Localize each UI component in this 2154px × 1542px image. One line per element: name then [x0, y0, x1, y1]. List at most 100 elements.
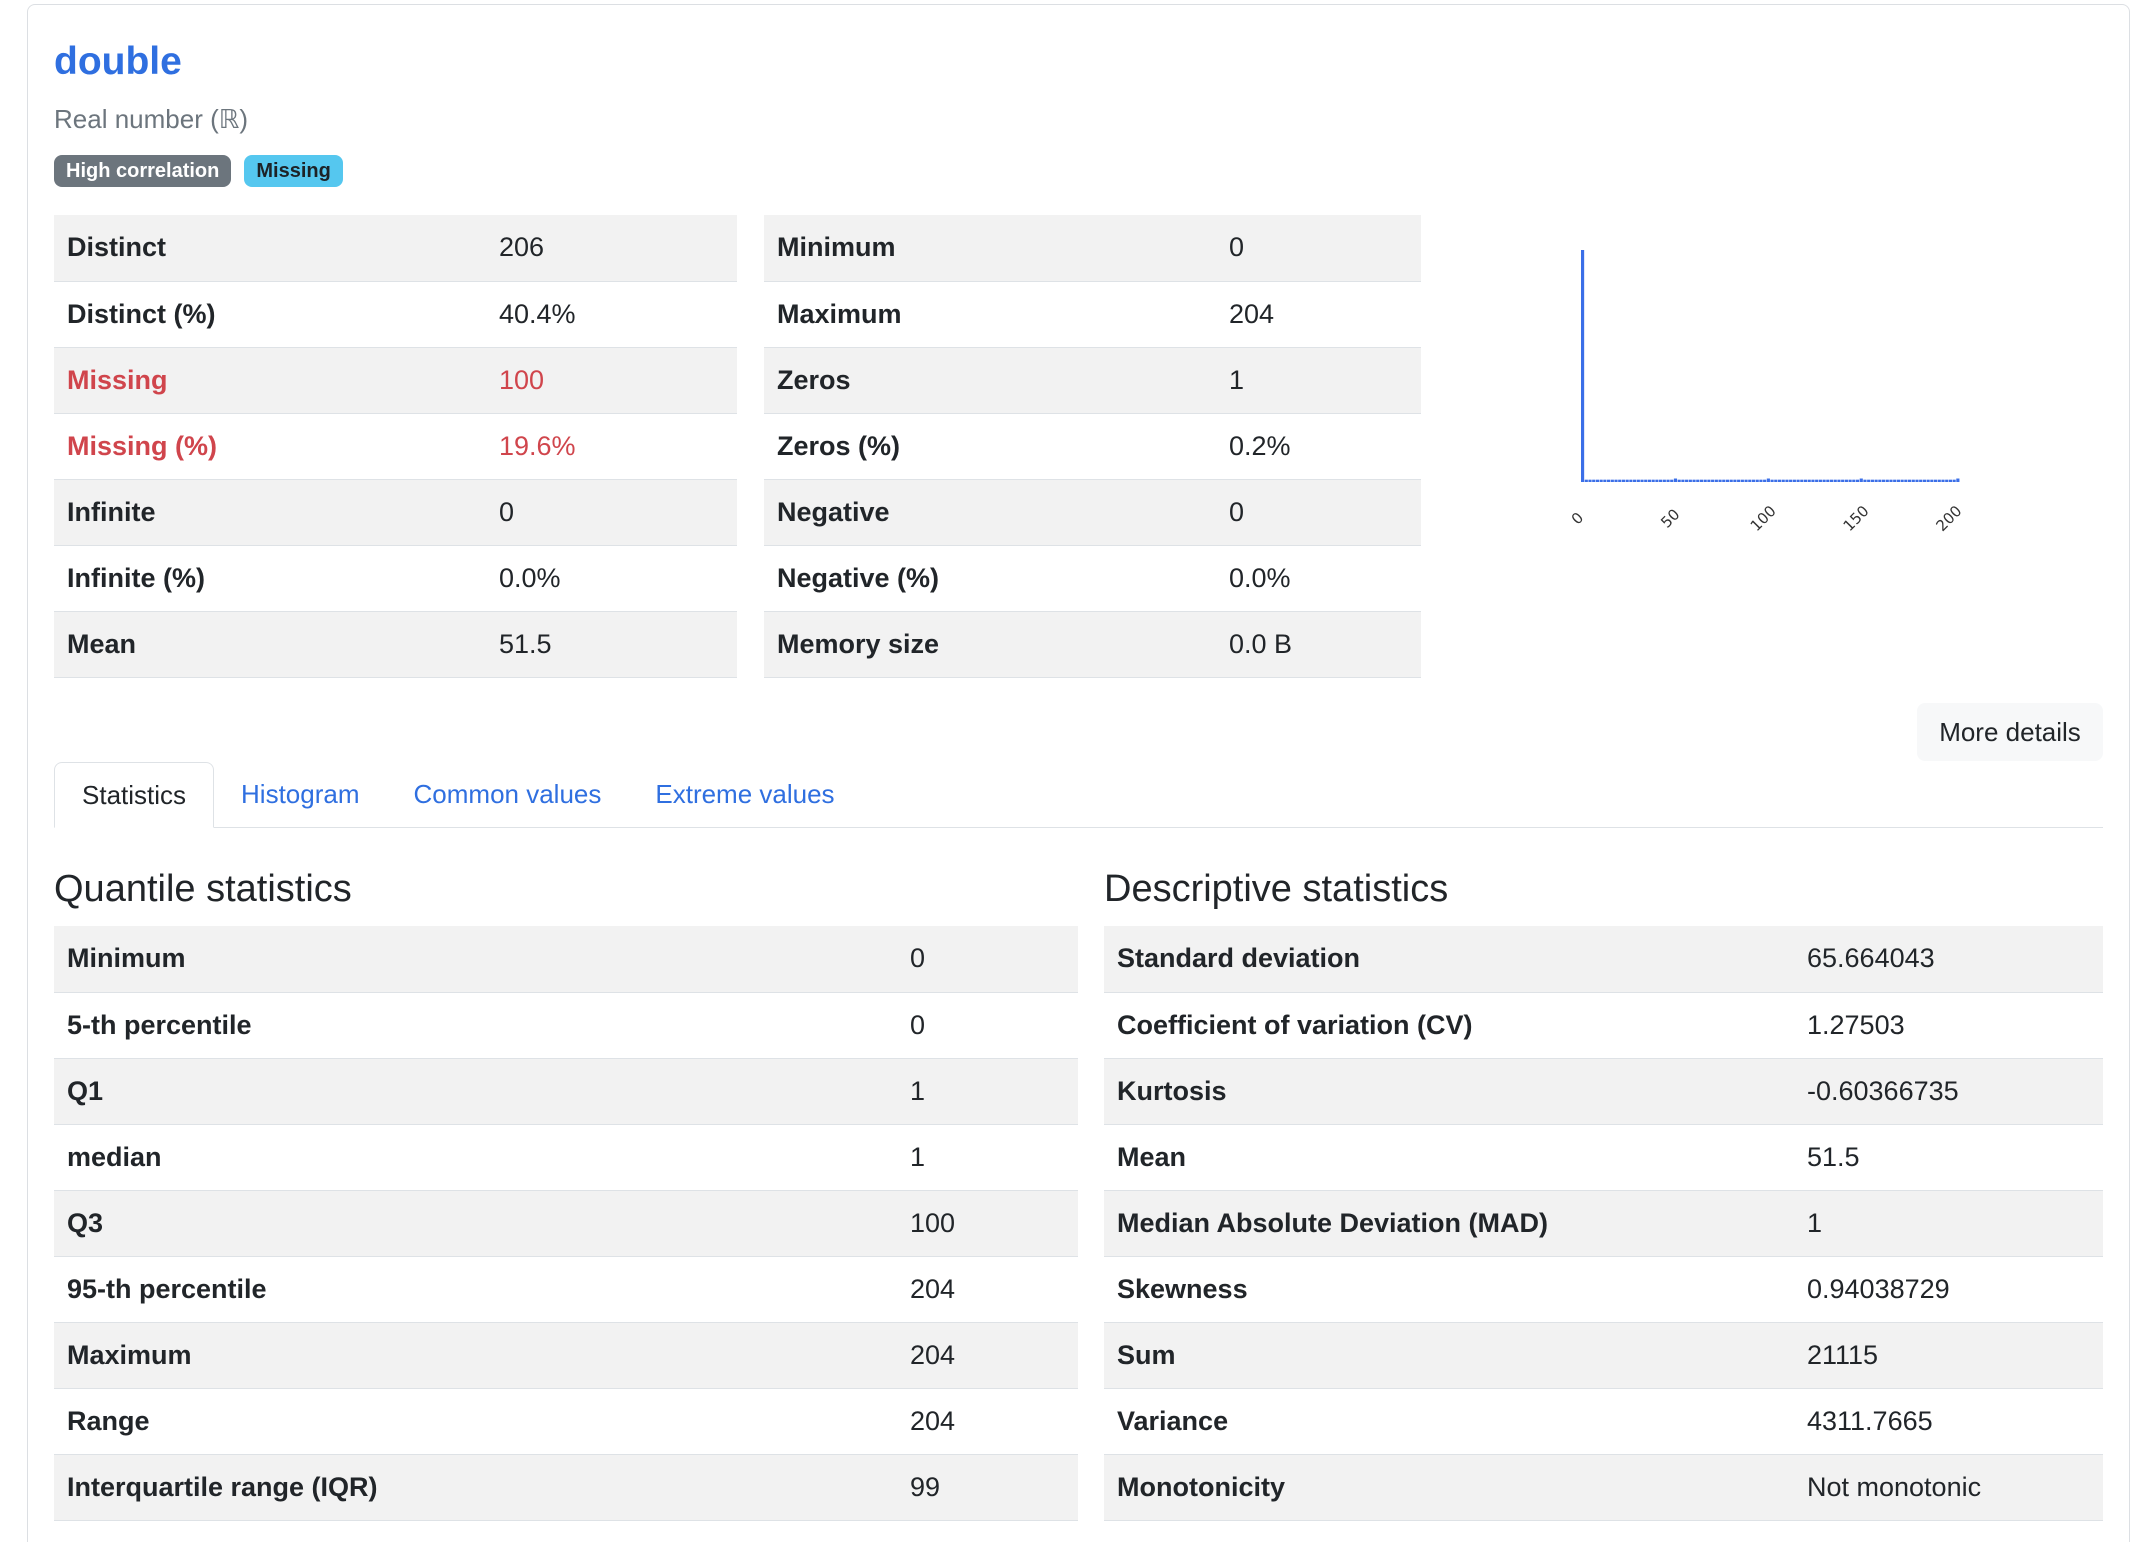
stat-value: 100: [897, 1190, 1078, 1257]
stat-label: Missing: [54, 347, 486, 414]
histogram-bar: [1703, 479, 1707, 482]
histogram-bar: [1941, 479, 1945, 482]
histogram-bar: [1699, 479, 1704, 482]
histogram-bar: [1625, 479, 1629, 482]
stat-value: 40.4%: [486, 281, 737, 348]
histogram-bar: [1718, 479, 1722, 482]
x-tick-label: 0: [1568, 509, 1587, 528]
histogram-bar: [1666, 479, 1670, 482]
stat-row-missing: Missing (%) 19.6%: [54, 413, 737, 480]
histogram-bar: [1751, 479, 1756, 482]
histogram-bar: [1811, 479, 1815, 482]
histogram-bar: [1815, 479, 1819, 482]
stat-label: Kurtosis: [1104, 1058, 1794, 1125]
stat-row-interquartile-range-iqr: Interquartile range (IQR) 99: [54, 1454, 1078, 1521]
histogram-bar: [1829, 479, 1834, 482]
quantile-statistics-title: Quantile statistics: [54, 868, 352, 910]
tab-extreme-values[interactable]: Extreme values: [628, 762, 861, 828]
histogram-bar: [1581, 250, 1585, 482]
stat-value: 0.0%: [1216, 545, 1421, 612]
stat-label: Q3: [54, 1190, 897, 1257]
histogram-bar: [1677, 479, 1681, 482]
stat-row-monotonicity: Monotonicity Not monotonic: [1104, 1454, 2103, 1521]
histogram-bar: [1889, 479, 1893, 482]
stat-row-negative: Negative (%) 0.0%: [764, 545, 1421, 612]
histogram-bar: [1870, 479, 1874, 482]
stat-label: Skewness: [1104, 1256, 1794, 1323]
histogram-bar: [1763, 479, 1767, 482]
histogram-bar: [1930, 479, 1934, 482]
histogram-bar: [1651, 479, 1655, 482]
histogram-bar: [1633, 479, 1637, 482]
stat-label: Coefficient of variation (CV): [1104, 992, 1794, 1059]
descriptive-statistics-title: Descriptive statistics: [1104, 868, 1449, 910]
histogram-bar: [1681, 479, 1685, 482]
histogram-bar: [1614, 479, 1618, 482]
stat-label: Missing (%): [54, 413, 486, 480]
stat-label: Negative: [764, 479, 1216, 546]
histogram-bar: [1907, 479, 1912, 482]
stat-value: 21115: [1794, 1322, 2103, 1389]
histogram-bar: [1933, 479, 1938, 482]
histogram-bar: [1878, 479, 1882, 482]
stat-row-minimum: Minimum 0: [54, 926, 1078, 993]
stat-value: 0.2%: [1216, 413, 1421, 480]
tab-histogram[interactable]: Histogram: [214, 762, 386, 828]
stat-row-standard-deviation: Standard deviation 65.664043: [1104, 926, 2103, 993]
stat-label: Distinct (%): [54, 281, 486, 348]
variable-name-link[interactable]: double: [54, 40, 182, 84]
stat-row-negative: Negative 0: [764, 479, 1421, 546]
histogram-bar: [1766, 478, 1770, 482]
histogram-bar: [1919, 479, 1923, 482]
stat-row-maximum: Maximum 204: [764, 281, 1421, 348]
stat-label: Standard deviation: [1104, 926, 1794, 993]
stat-value: 0: [897, 926, 1078, 993]
stat-row-infinite: Infinite (%) 0.0%: [54, 545, 737, 612]
histogram-bar: [1644, 479, 1648, 482]
histogram-bar: [1592, 479, 1596, 482]
histogram-bar: [1636, 479, 1640, 482]
stat-label: Q1: [54, 1058, 897, 1125]
histogram-bar: [1937, 479, 1941, 482]
histogram-bar: [1692, 479, 1696, 482]
histogram-bar: [1855, 479, 1860, 482]
stat-value: 206: [486, 215, 737, 282]
badge-group: High correlation Missing: [54, 155, 343, 187]
histogram-bar: [1607, 479, 1611, 482]
histogram-bar: [1621, 479, 1626, 482]
stat-label: Interquartile range (IQR): [54, 1454, 897, 1521]
histogram-bar: [1618, 479, 1622, 482]
stat-value: 0: [486, 479, 737, 546]
mini-histogram: 0 50 100 150 200: [1568, 250, 1966, 535]
histogram-bar: [1688, 479, 1692, 482]
stat-label: Infinite (%): [54, 545, 486, 612]
stat-value: 51.5: [486, 611, 737, 678]
stat-value: 19.6%: [486, 413, 737, 480]
histogram-bar: [1599, 479, 1603, 482]
histogram-bar: [1733, 479, 1737, 482]
histogram-bar: [1796, 479, 1800, 482]
stat-label: Zeros (%): [764, 413, 1216, 480]
stat-value: 204: [897, 1322, 1078, 1389]
histogram-bar: [1867, 479, 1871, 482]
stat-row-q3: Q3 100: [54, 1190, 1078, 1257]
histogram-bar: [1896, 479, 1900, 482]
stat-row-95-th-percentile: 95-th percentile 204: [54, 1256, 1078, 1323]
histogram-bar: [1848, 479, 1852, 482]
histogram-bar: [1777, 479, 1782, 482]
stat-value: 0: [1216, 479, 1421, 546]
overview-table-right: Minimum 0 Maximum 204 Zeros 1 Zeros (%) 0.2% Neg…: [764, 215, 1421, 678]
histogram-bar: [1737, 479, 1741, 482]
stat-value: 65.664043: [1794, 926, 2103, 993]
tab-common-values[interactable]: Common values: [387, 762, 629, 828]
more-details-button[interactable]: More details: [1917, 703, 2103, 761]
histogram-bar: [1874, 479, 1878, 482]
histogram-bar: [1789, 479, 1793, 482]
tab-statistics[interactable]: Statistics: [54, 762, 215, 828]
histogram-bar: [1655, 479, 1659, 482]
stat-value: 1.27503: [1794, 992, 2103, 1059]
stat-label: Negative (%): [764, 545, 1216, 612]
histogram-bar: [1729, 479, 1733, 482]
histogram-bar: [1770, 479, 1774, 482]
stat-label: Range: [54, 1388, 897, 1455]
